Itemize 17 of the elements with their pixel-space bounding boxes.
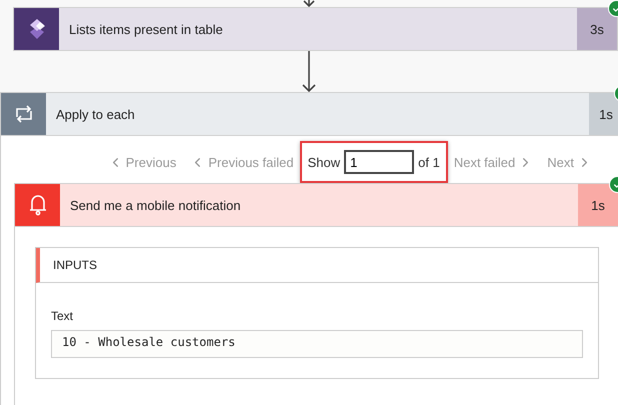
page-total-label: of 1 bbox=[418, 154, 440, 170]
field-value: 10 - Wholesale customers bbox=[51, 330, 583, 358]
action-title: Send me a mobile notification bbox=[69, 196, 242, 214]
duration-label: 1s bbox=[578, 184, 618, 226]
action-title: Lists items present in table bbox=[68, 20, 224, 39]
action-card[interactable]: Apply to each 1s bbox=[0, 92, 618, 136]
inputs-header: INPUTS bbox=[53, 258, 98, 272]
action-card[interactable]: Send me a mobile notification 1s bbox=[14, 183, 618, 227]
bell-icon bbox=[28, 193, 48, 217]
show-label: Show bbox=[308, 154, 340, 170]
page-number-field[interactable]: 1 bbox=[344, 150, 414, 174]
action-title: Apply to each bbox=[55, 106, 136, 124]
action-card[interactable]: Lists items present in table 3s bbox=[13, 7, 618, 51]
duration-label: 1s bbox=[589, 93, 618, 135]
duration-label: 3s bbox=[577, 8, 617, 50]
field-label: Text bbox=[51, 309, 74, 323]
connector-arrow bbox=[302, 51, 316, 92]
